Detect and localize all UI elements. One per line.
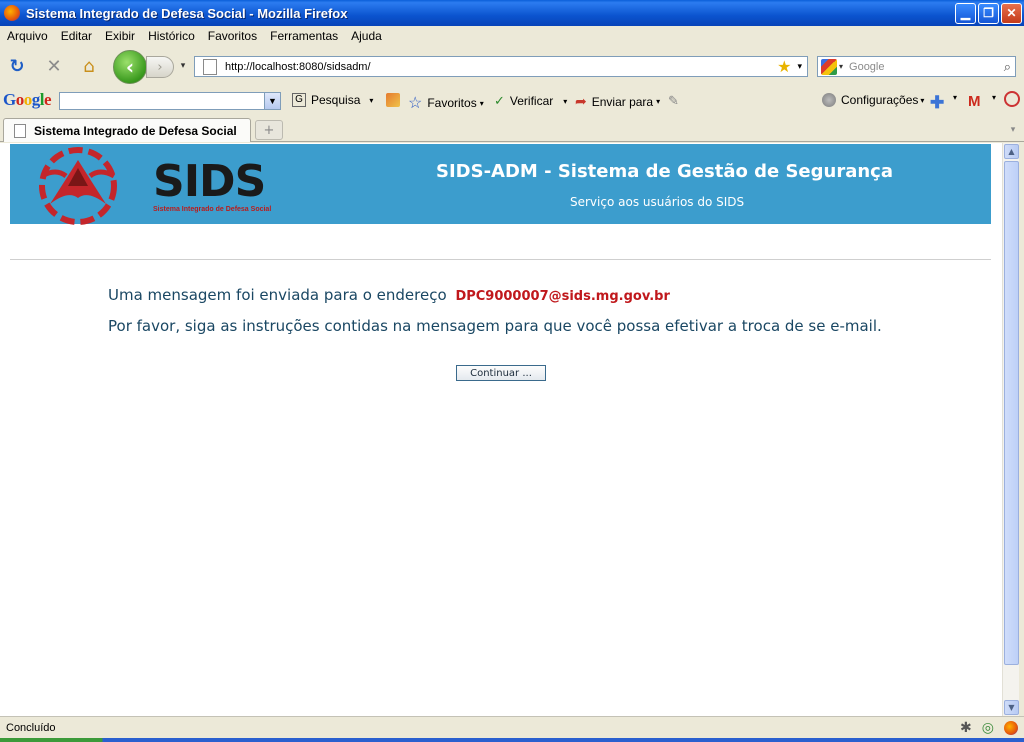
search-placeholder[interactable]: Google bbox=[849, 61, 1004, 73]
header-banner: SIDS Sistema Integrado de Defesa Social … bbox=[10, 144, 991, 225]
sent-message-text: Uma mensagem foi enviada para o endereço bbox=[108, 286, 447, 304]
menu-favoritos[interactable]: Favoritos bbox=[208, 29, 257, 43]
menu-arquivo[interactable]: Arquivo bbox=[7, 29, 48, 43]
window-title: Sistema Integrado de Defesa Social - Moz… bbox=[26, 5, 348, 21]
minimize-button[interactable]: ▁ bbox=[955, 2, 976, 24]
title-bar: Sistema Integrado de Defesa Social - Moz… bbox=[0, 0, 1024, 26]
chevron-down-icon: ▾ bbox=[656, 97, 661, 106]
google-g-icon: G bbox=[292, 93, 306, 107]
divider bbox=[10, 259, 991, 260]
page-title: SIDS-ADM - Sistema de Gestão de Seguranç… bbox=[436, 161, 893, 182]
chevron-down-icon: ▾ bbox=[479, 98, 484, 108]
scroll-thumb[interactable] bbox=[1004, 161, 1019, 665]
search-box[interactable]: ▾ Google ⌕ bbox=[817, 56, 1016, 77]
addon-icon[interactable]: ◎ bbox=[982, 719, 994, 736]
logo-wordmark: SIDS bbox=[153, 156, 266, 207]
menu-exibir[interactable]: Exibir bbox=[105, 29, 135, 43]
bug-icon[interactable]: ✱ bbox=[960, 719, 972, 736]
tab-sids[interactable]: Sistema Integrado de Defesa Social bbox=[3, 118, 251, 142]
scroll-up-icon[interactable]: ▲ bbox=[1004, 144, 1019, 159]
firefox-icon bbox=[4, 5, 20, 21]
taskbar-strip bbox=[0, 738, 1024, 742]
vertical-scrollbar[interactable]: ▲ ▼ bbox=[1002, 143, 1019, 716]
send-to-button[interactable]: ➦ Enviar para ▾ bbox=[575, 93, 660, 110]
page-icon bbox=[203, 58, 217, 75]
google-logo[interactable]: Google bbox=[3, 90, 52, 110]
stop-icon[interactable]: ✕ bbox=[43, 55, 65, 77]
home-icon[interactable]: ⌂ bbox=[78, 55, 100, 77]
menu-ajuda[interactable]: Ajuda bbox=[351, 29, 382, 43]
chevron-down-icon: ▾ bbox=[563, 96, 568, 106]
send-to-label: Enviar para bbox=[591, 94, 654, 109]
tab-bar: Sistema Integrado de Defesa Social + ▾ bbox=[0, 116, 1024, 142]
google-bookmarks-button[interactable]: ☆ Favoritos ▾ bbox=[408, 93, 484, 113]
history-dropdown-icon[interactable]: ▾ bbox=[172, 55, 194, 77]
maximize-button[interactable]: ❐ bbox=[978, 2, 999, 24]
highlight-icon[interactable] bbox=[386, 93, 400, 107]
back-button[interactable]: ‹ bbox=[113, 50, 147, 84]
browser-window: Sistema Integrado de Defesa Social - Moz… bbox=[0, 0, 1024, 742]
chevron-down-icon[interactable]: ▾ bbox=[992, 93, 996, 102]
firefox-status-icon[interactable] bbox=[1004, 720, 1018, 735]
close-button[interactable]: ✕ bbox=[1001, 2, 1022, 24]
orkut-icon[interactable] bbox=[1004, 91, 1020, 107]
plus-icon[interactable]: ✚ bbox=[930, 93, 944, 113]
menu-ferramentas[interactable]: Ferramentas bbox=[270, 29, 338, 43]
google-search-combo[interactable]: ▼ bbox=[59, 92, 281, 110]
new-tab-button[interactable]: + bbox=[255, 120, 283, 140]
reload-icon[interactable]: ↻ bbox=[6, 55, 28, 77]
chevron-down-icon[interactable]: ▾ bbox=[953, 93, 957, 102]
send-icon: ➦ bbox=[575, 93, 587, 109]
google-toolbar: Google ▼ G Pesquisa ▾ ☆ Favoritos ▾ ✓ Ve… bbox=[0, 86, 1024, 114]
google-search-label: Pesquisa bbox=[311, 93, 361, 107]
email-address: DPC9000007@sids.mg.gov.br bbox=[455, 289, 670, 304]
google-engine-icon[interactable] bbox=[821, 58, 837, 75]
url-dropdown-icon[interactable]: ▾ bbox=[797, 61, 802, 72]
star-icon: ☆ bbox=[408, 95, 423, 112]
instructions-message: Por favor, siga as instruções contidas n… bbox=[108, 317, 882, 335]
google-search-button[interactable]: G Pesquisa ▾ bbox=[292, 93, 373, 107]
spellcheck-icon: ✓ bbox=[494, 93, 505, 108]
magnifier-icon[interactable]: ⌕ bbox=[1004, 59, 1011, 75]
settings-label: Configurações bbox=[841, 93, 919, 107]
page-content: SIDS Sistema Integrado de Defesa Social … bbox=[0, 143, 1002, 716]
url-text[interactable]: http://localhost:8080/sidsadm/ bbox=[225, 61, 777, 73]
pencil-icon[interactable]: ✎ bbox=[668, 93, 679, 109]
settings-icon bbox=[822, 93, 836, 107]
scroll-down-icon[interactable]: ▼ bbox=[1004, 700, 1019, 715]
status-bar: Concluído ✱ ◎ bbox=[0, 716, 1024, 738]
gmail-icon[interactable]: M bbox=[968, 93, 981, 110]
sids-emblem-icon bbox=[39, 147, 117, 225]
menu-bar: Arquivo Editar Exibir Histórico Favorito… bbox=[0, 26, 1024, 46]
spellcheck-label: Verificar bbox=[509, 94, 554, 108]
spellcheck-button[interactable]: ✓ Verificar ▾ bbox=[494, 93, 567, 109]
engine-dropdown-icon[interactable]: ▾ bbox=[839, 62, 843, 71]
status-text: Concluído bbox=[6, 721, 56, 734]
chevron-down-icon[interactable]: ▾ bbox=[369, 96, 373, 105]
page-subtitle: Serviço aos usuários do SIDS bbox=[570, 195, 745, 209]
menu-editar[interactable]: Editar bbox=[61, 29, 92, 43]
tab-label: Sistema Integrado de Defesa Social bbox=[34, 123, 237, 138]
menu-historico[interactable]: Histórico bbox=[148, 29, 195, 43]
continue-button[interactable]: Continuar ... bbox=[456, 365, 546, 381]
navigation-toolbar: ↻ ✕ ⌂ ‹ › ▾ http://localhost:8080/sidsad… bbox=[0, 47, 1024, 85]
page-icon bbox=[14, 123, 26, 138]
sids-logo: SIDS Sistema Integrado de Defesa Social bbox=[38, 146, 271, 225]
forward-button[interactable]: › bbox=[146, 56, 174, 78]
url-bar[interactable]: http://localhost:8080/sidsadm/ ★ ▾ bbox=[194, 56, 808, 77]
bookmark-star-icon[interactable]: ★ bbox=[777, 57, 791, 77]
google-bookmarks-label: Favoritos bbox=[427, 96, 477, 110]
logo-subtitle: Sistema Integrado de Defesa Social bbox=[153, 206, 272, 213]
tab-list-icon[interactable]: ▾ bbox=[1005, 120, 1021, 140]
chevron-down-icon[interactable]: ▼ bbox=[264, 93, 280, 109]
sent-message: Uma mensagem foi enviada para o endereço… bbox=[108, 286, 670, 304]
chevron-down-icon: ▾ bbox=[920, 95, 925, 105]
google-settings-button[interactable]: Configurações ▾ bbox=[822, 93, 924, 107]
